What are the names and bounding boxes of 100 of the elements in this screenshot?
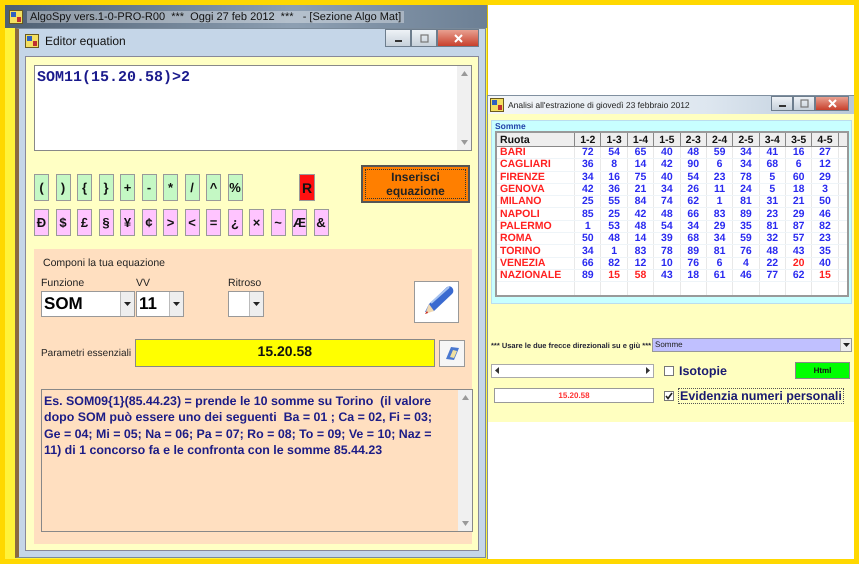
symbol-key[interactable]: ¥ <box>120 209 135 236</box>
dropdown-button[interactable] <box>249 292 263 316</box>
table-cell: 3 <box>812 183 838 196</box>
document-button[interactable] <box>438 340 465 366</box>
checkbox-label[interactable]: Evidenzia numeri personali <box>679 388 843 403</box>
symbol-key[interactable]: * <box>163 174 178 201</box>
symbol-key[interactable]: § <box>98 209 114 236</box>
view-dropdown[interactable]: Somme <box>652 338 852 352</box>
symbol-key[interactable]: Ð <box>34 209 49 236</box>
table-cell: 77 <box>759 269 786 282</box>
up-arrow-icon <box>462 395 468 400</box>
table-cell: 5 <box>759 183 786 196</box>
symbol-key[interactable]: & <box>314 209 328 236</box>
table-cell: 57 <box>785 232 812 245</box>
table-cell: TORINO <box>496 244 575 258</box>
symbol-key[interactable]: > <box>163 209 178 236</box>
symbol-key[interactable]: ¢ <box>142 209 156 236</box>
numbers-field[interactable]: 15.20.58 <box>494 388 654 404</box>
table-cell: 21 <box>627 183 654 196</box>
table-cell: FIRENZE <box>496 171 575 184</box>
symbol-key[interactable]: ~ <box>270 209 286 236</box>
table-cell: CAGLIARI <box>496 158 575 172</box>
table-cell: GENOVA <box>496 183 575 196</box>
table-cell: 43 <box>654 269 680 282</box>
column-header[interactable]: 1-3 <box>600 132 628 146</box>
symbol-key[interactable]: ^ <box>206 174 221 201</box>
column-header[interactable]: 4-5 <box>812 132 838 146</box>
table-cell: 62 <box>785 269 812 282</box>
equation-text: SOM11(15.20.58)>2 <box>36 68 192 88</box>
table-cell: 34 <box>654 183 680 196</box>
horizontal-scrollbar[interactable] <box>491 364 654 378</box>
html-button[interactable]: Html <box>795 362 850 380</box>
table-cell: 83 <box>627 244 654 258</box>
symbol-key[interactable]: $ <box>56 209 70 236</box>
table-cell: 82 <box>812 220 838 233</box>
table-cell: 81 <box>759 220 786 233</box>
insert-button[interactable]: Inserisci equazione <box>361 165 470 203</box>
reset-key[interactable]: R <box>299 174 315 201</box>
symbol-key[interactable]: { <box>77 174 92 201</box>
table-cell: 42 <box>654 158 680 172</box>
column-header[interactable]: Ruota <box>496 132 575 146</box>
function-dropdown[interactable]: SOM <box>41 291 135 317</box>
symbol-key[interactable]: ( <box>34 174 49 201</box>
table-cell: 22 <box>759 257 786 270</box>
symbol-key[interactable]: Æ <box>292 209 307 236</box>
minimize-button[interactable] <box>385 29 411 47</box>
table-cell: 36 <box>600 183 628 196</box>
table-cell: 54 <box>680 171 706 184</box>
table-cell: BARI <box>496 146 575 159</box>
table-cell: 84 <box>627 196 654 208</box>
symbol-key[interactable]: < <box>184 209 200 236</box>
symbol-key[interactable]: £ <box>77 209 92 236</box>
table-cell: 40 <box>812 257 838 270</box>
column-header[interactable]: 3-5 <box>785 132 812 146</box>
table-cell: 14 <box>627 158 654 172</box>
down-arrow-icon <box>462 521 468 526</box>
column-header[interactable]: 2-3 <box>680 132 706 146</box>
column-header[interactable]: 1-5 <box>654 132 680 146</box>
symbol-key[interactable]: + <box>120 174 135 201</box>
column-header[interactable]: 1-4 <box>627 132 654 146</box>
parameters-field[interactable]: 15.20.58 <box>135 339 435 367</box>
checkbox[interactable] <box>664 366 674 376</box>
symbol-key[interactable]: - <box>142 174 156 201</box>
maximize-button[interactable] <box>411 29 437 47</box>
table-cell: 59 <box>732 232 760 245</box>
column-header[interactable]: 3-4 <box>759 132 786 146</box>
symbol-key[interactable]: ¿ <box>228 209 242 236</box>
table-cell: 29 <box>812 171 838 184</box>
group-label: Somme <box>495 121 526 131</box>
table-cell: 39 <box>654 232 680 245</box>
table-cell: 34 <box>706 232 733 245</box>
table-cell: 12 <box>627 257 654 270</box>
symbol-key[interactable]: / <box>184 174 200 201</box>
down-arrow-icon <box>460 140 468 145</box>
column-header[interactable]: 1-2 <box>574 132 601 146</box>
close-button[interactable] <box>815 96 849 111</box>
column-header[interactable]: 2-4 <box>706 132 733 146</box>
maximize-button[interactable] <box>793 96 815 111</box>
dropdown-button[interactable] <box>120 292 134 316</box>
minimize-button[interactable] <box>771 96 793 111</box>
symbol-key[interactable]: % <box>228 174 242 201</box>
checkbox-label[interactable]: Isotopie <box>679 364 727 378</box>
symbol-key[interactable]: ) <box>56 174 70 201</box>
equation-field[interactable]: SOM11(15.20.58)>2 <box>34 65 472 151</box>
close-button[interactable] <box>437 29 479 47</box>
table-cell: 61 <box>706 269 733 282</box>
vertical-scrollbar[interactable] <box>458 390 472 531</box>
dropdown-button[interactable] <box>169 292 183 316</box>
symbol-key[interactable]: = <box>206 209 221 236</box>
vv-dropdown[interactable]: 11 <box>136 291 184 317</box>
symbol-key[interactable]: × <box>249 209 264 236</box>
table-cell: 16 <box>785 146 812 159</box>
dropdown-button[interactable] <box>840 339 851 352</box>
table-cell: 31 <box>759 196 786 208</box>
symbol-key[interactable]: } <box>98 174 114 201</box>
pencil-button[interactable] <box>414 281 459 323</box>
column-header[interactable]: 2-5 <box>732 132 760 146</box>
vertical-scrollbar[interactable] <box>457 66 471 150</box>
checkbox[interactable] <box>664 390 674 401</box>
app-icon <box>9 10 23 24</box>
